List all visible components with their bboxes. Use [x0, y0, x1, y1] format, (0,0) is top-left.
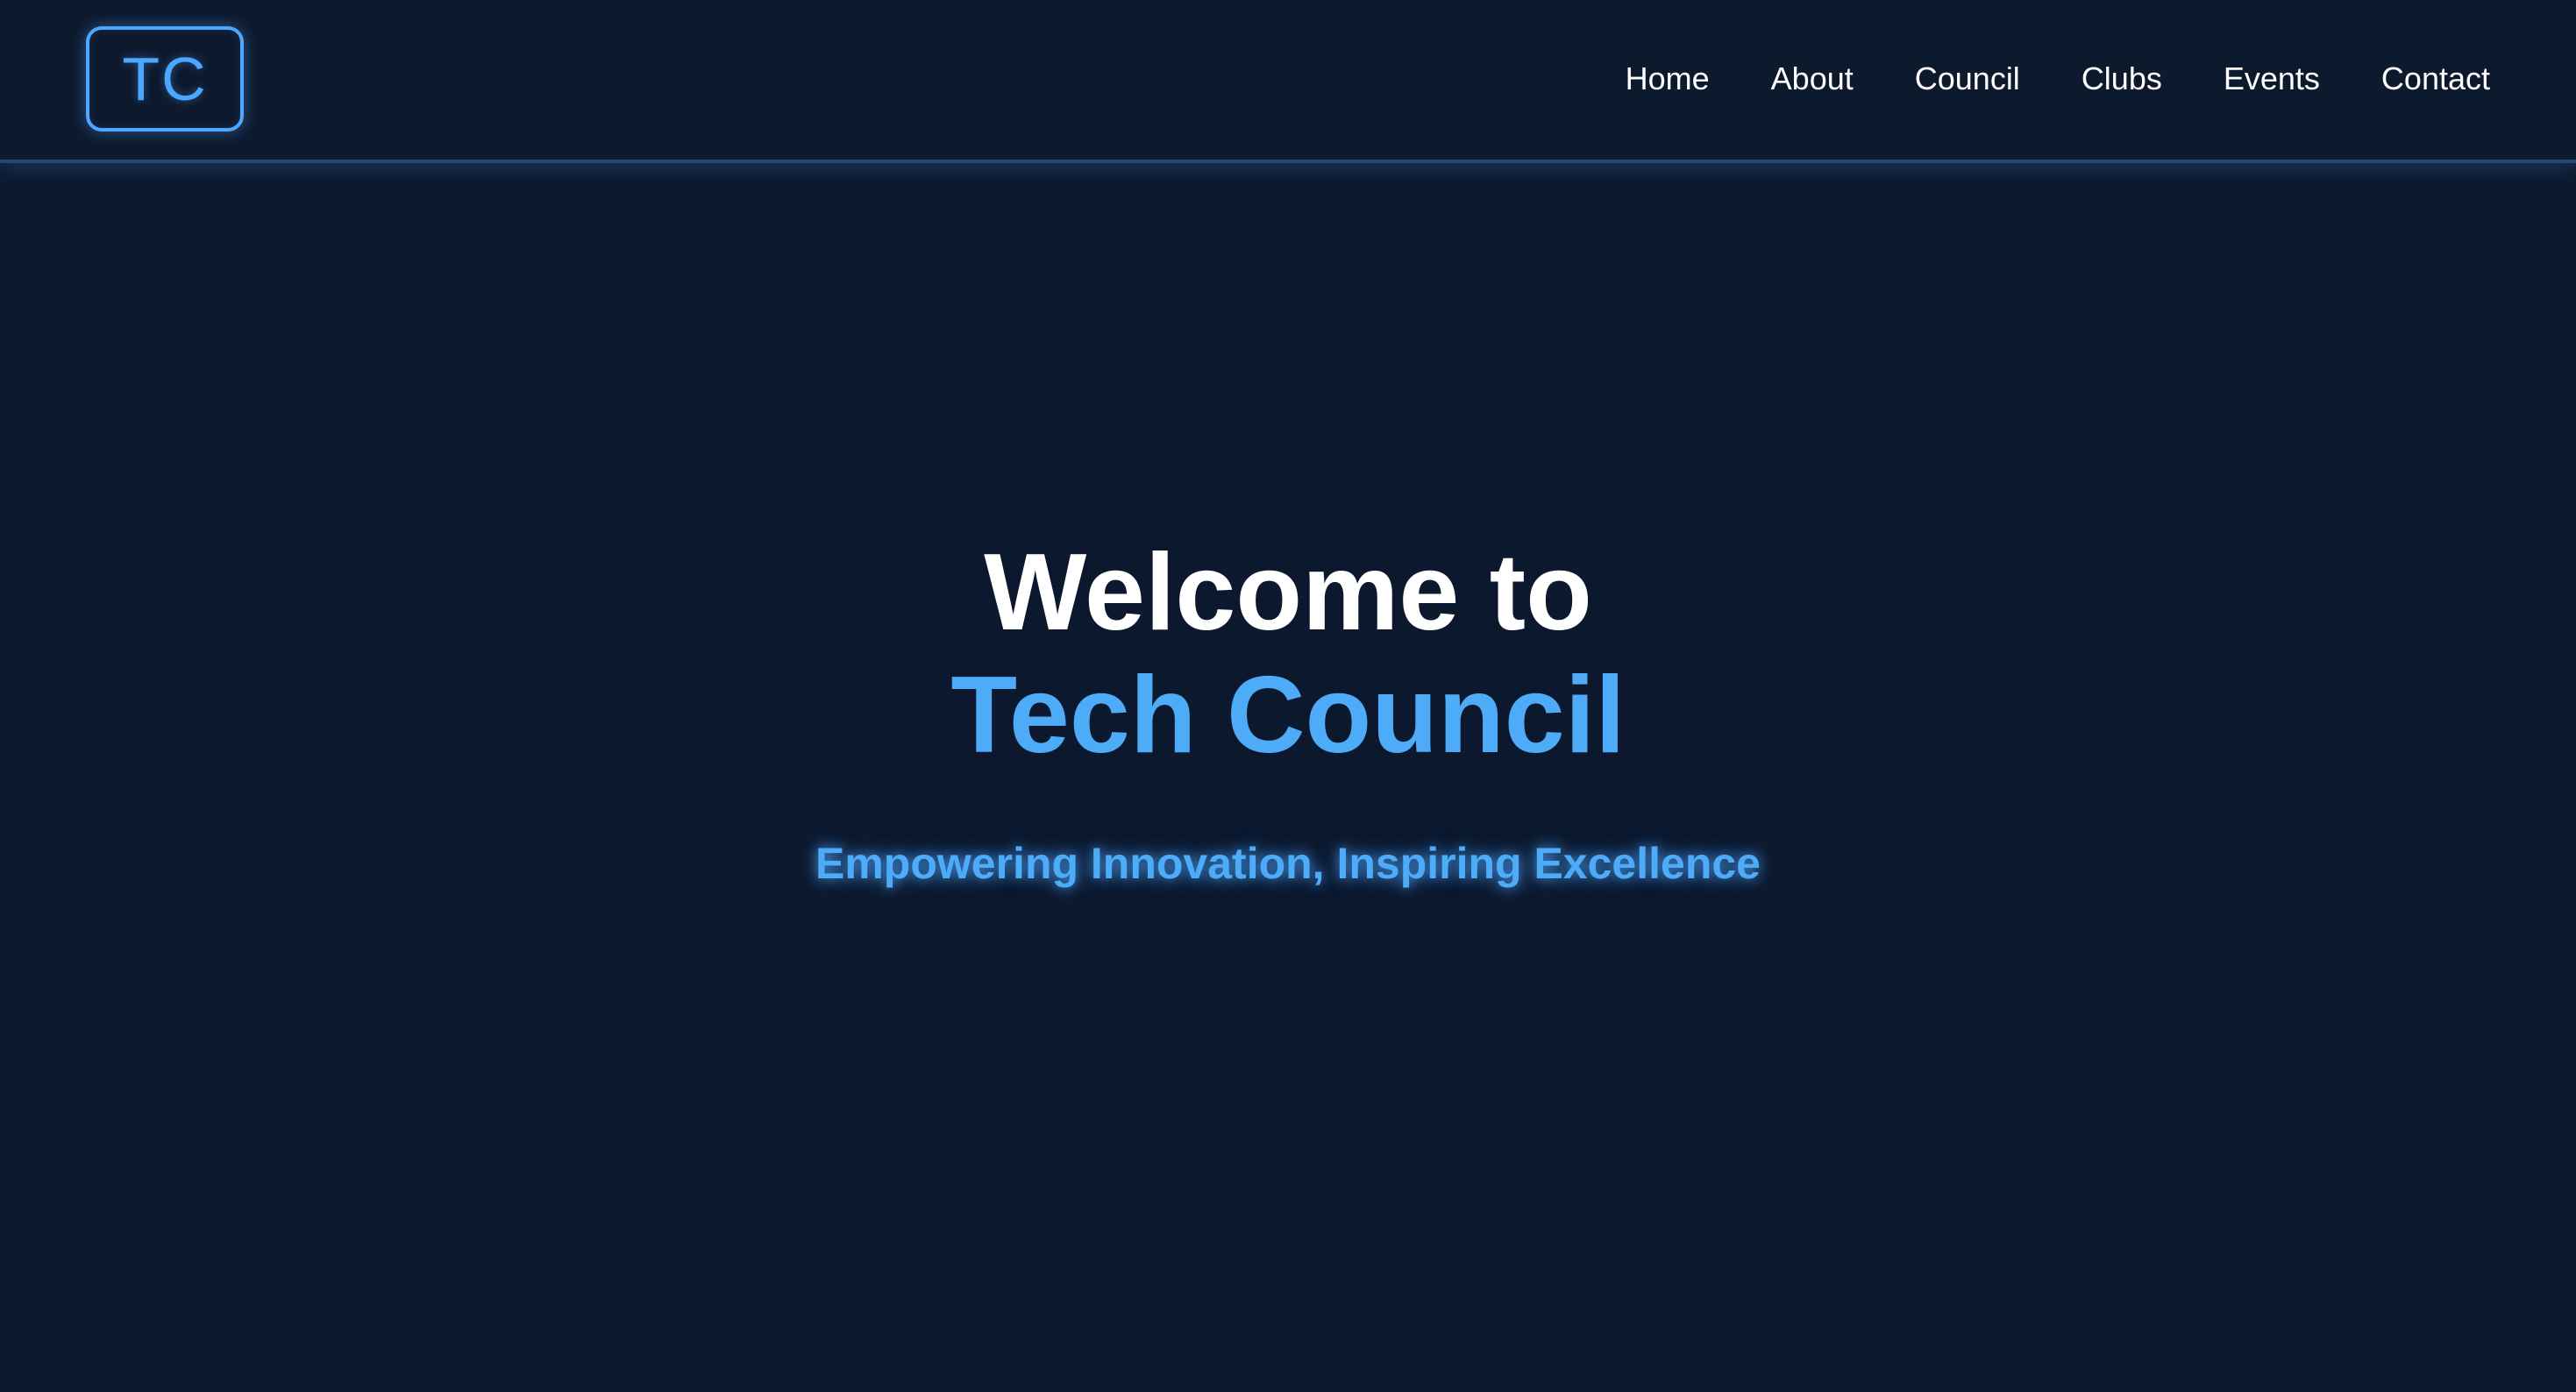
nav-link-contact[interactable]: Contact: [2381, 60, 2490, 97]
hero-title: Welcome to Tech Council: [0, 531, 2576, 777]
hero-title-line2: Tech Council: [950, 655, 1626, 776]
hero-title-line1: Welcome to: [984, 532, 1592, 653]
nav-menu: Home About Council Clubs Events Contact: [1626, 0, 2490, 158]
nav-link-about[interactable]: About: [1771, 60, 1854, 97]
nav-link-home[interactable]: Home: [1626, 60, 1710, 97]
nav-link-events[interactable]: Events: [2224, 60, 2320, 97]
nav-link-clubs[interactable]: Clubs: [2081, 60, 2162, 97]
logo[interactable]: TC: [86, 26, 244, 131]
page: TC Home About Council Clubs Events Conta…: [0, 0, 2576, 1392]
hero-section: Welcome to Tech Council Empowering Innov…: [0, 163, 2576, 1392]
nav-link-council[interactable]: Council: [1915, 60, 2020, 97]
hero-tagline: Empowering Innovation, Inspiring Excelle…: [815, 839, 1761, 888]
navbar: TC Home About Council Clubs Events Conta…: [0, 0, 2576, 163]
